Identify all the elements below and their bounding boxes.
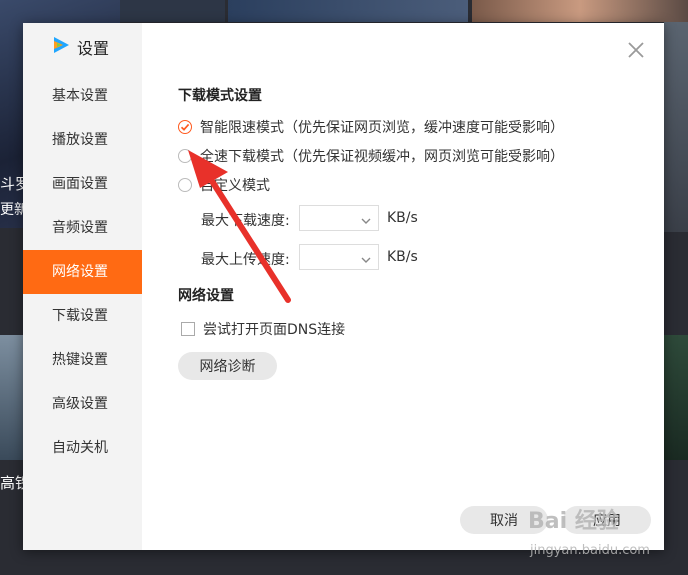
background-thumbnail [228,0,468,22]
dns-connect-label: 尝试打开页面DNS连接 [203,322,346,338]
settings-dialog: 设置 基本设置 播放设置 画面设置 音频设置 网络设置 下载设置 热键设置 高级… [23,23,664,550]
radio-full-speed-mode[interactable]: 全速下载模式（优先保证视频缓冲，网页浏览可能受影响） [178,146,564,166]
sidebar-item-auto-shutdown[interactable]: 自动关机 [23,426,142,470]
download-mode-heading: 下载模式设置 [178,88,262,104]
upload-speed-unit: KB/s [387,249,418,265]
radio-unselected-icon[interactable] [178,149,192,163]
sidebar-nav: 基本设置 播放设置 画面设置 音频设置 网络设置 下载设置 热键设置 高级设置 … [23,74,142,470]
dialog-header: 设置 [51,36,109,58]
max-upload-speed-select[interactable] [299,244,379,270]
network-diagnose-button[interactable]: 网络诊断 [178,352,277,380]
watermark: Bai 经验 [528,509,619,534]
sidebar-item-advanced[interactable]: 高级设置 [23,382,142,426]
radio-smart-limit-mode[interactable]: 智能限速模式（优先保证网页浏览，缓冲速度可能受影响） [178,117,564,137]
chevron-down-icon [360,251,372,270]
radio-label: 自定义模式 [200,178,270,194]
radio-label: 全速下载模式（优先保证视频缓冲，网页浏览可能受影响） [200,149,564,165]
sidebar-item-download[interactable]: 下载设置 [23,294,142,338]
max-download-speed-label: 最大下载速度: [201,213,290,229]
sidebar-item-audio[interactable]: 音频设置 [23,206,142,250]
watermark-url: jingyan.baidu.com [530,543,650,558]
background-thumbnail [664,22,688,232]
radio-custom-mode[interactable]: 自定义模式 [178,175,270,195]
download-speed-unit: KB/s [387,210,418,226]
background-thumbnail [0,335,23,460]
sidebar-item-playback[interactable]: 播放设置 [23,118,142,162]
sidebar-item-basic[interactable]: 基本设置 [23,74,142,118]
chevron-down-icon [360,212,372,231]
sidebar-item-picture[interactable]: 画面设置 [23,162,142,206]
sidebar-item-network[interactable]: 网络设置 [23,250,142,294]
dialog-title: 设置 [77,39,110,58]
radio-unselected-icon[interactable] [178,178,192,192]
background-thumbnail [664,335,688,460]
background-thumbnail [472,0,688,22]
tencent-video-logo-icon [51,35,71,59]
dns-connect-checkbox[interactable] [181,322,195,336]
network-settings-heading: 网络设置 [178,288,234,304]
background-thumbnail [120,0,225,22]
max-upload-speed-label: 最大上传速度: [201,252,290,268]
radio-label: 智能限速模式（优先保证网页浏览，缓冲速度可能受影响） [200,120,564,136]
dns-connect-checkbox-row[interactable]: 尝试打开页面DNS连接 [181,319,345,339]
max-download-speed-select[interactable] [299,205,379,231]
settings-sidebar: 设置 基本设置 播放设置 画面设置 音频设置 网络设置 下载设置 热键设置 高级… [23,23,142,550]
sidebar-item-hotkeys[interactable]: 热键设置 [23,338,142,382]
close-icon[interactable] [625,39,647,61]
radio-selected-icon[interactable] [178,120,192,134]
